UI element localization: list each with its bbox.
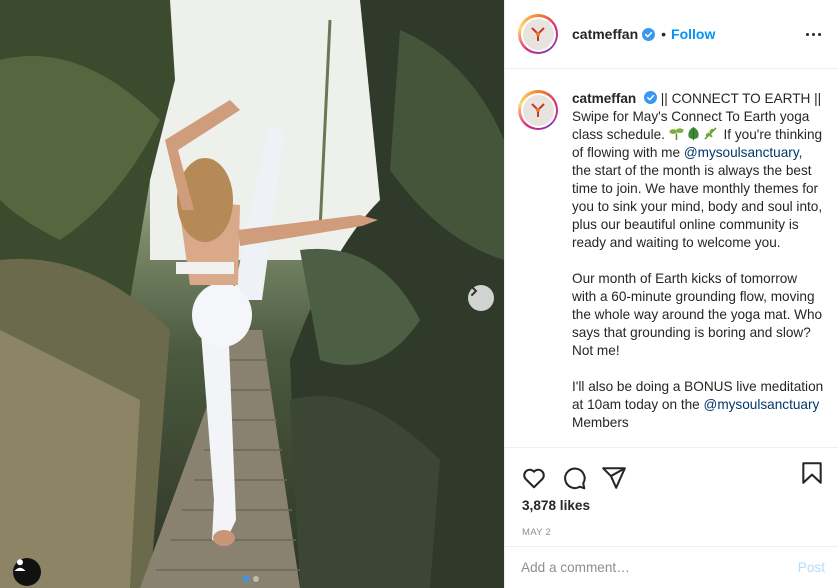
avatar-logo-icon (531, 103, 545, 117)
carousel-dot-active (243, 576, 249, 582)
carousel-dot (253, 576, 259, 582)
caption-avatar[interactable] (518, 90, 558, 130)
user-tag-icon (14, 559, 26, 571)
share-button[interactable] (601, 465, 627, 491)
follow-button[interactable]: Follow (671, 26, 715, 42)
mention-link[interactable]: @mysoulsanctuary (684, 145, 799, 160)
heart-icon (523, 468, 545, 489)
mention-link[interactable]: @mysoulsanctuary (704, 397, 820, 412)
herb-emoji (704, 127, 717, 140)
comment-bar: Post (505, 546, 838, 588)
yoga-photo-illustration (0, 0, 504, 588)
verified-badge-icon (644, 91, 657, 104)
like-button[interactable] (521, 465, 547, 491)
post-actions: 3,878 likes MAY 2 (505, 447, 838, 547)
caption-paragraph-3-end: Members (572, 415, 629, 430)
post-photo[interactable] (0, 0, 504, 588)
comment-button[interactable] (561, 465, 587, 491)
caption-paragraph-2: Our month of Earth kicks of tomorrow wit… (572, 271, 823, 358)
caption-scroll-area[interactable]: catmeffan || CONNECT TO EARTH || Swipe f… (505, 70, 838, 447)
post-date[interactable]: MAY 2 (505, 527, 838, 538)
header-separator: • (661, 26, 667, 42)
caption-username[interactable]: catmeffan (572, 91, 636, 106)
comment-input[interactable] (521, 560, 798, 575)
bookmark-icon (802, 462, 822, 484)
carousel-indicator (243, 576, 259, 582)
next-arrow-icon (471, 286, 478, 296)
like-count[interactable]: 3,878 likes (505, 498, 838, 513)
carousel-next-button[interactable] (468, 285, 494, 311)
caption-body: , the start of the month is always the b… (572, 145, 823, 250)
avatar[interactable] (518, 14, 558, 54)
leaf-emoji (688, 126, 699, 141)
username-link[interactable]: catmeffan (572, 26, 638, 42)
caption-text: catmeffan || CONNECT TO EARTH || Swipe f… (572, 90, 825, 432)
seedling-emoji (669, 128, 684, 141)
more-options-icon[interactable] (804, 24, 822, 44)
post-side-panel: catmeffan • Follow catmeffan || CONNECT … (504, 0, 838, 588)
post-header: catmeffan • Follow (505, 0, 838, 69)
share-icon (602, 467, 626, 489)
verified-badge-icon (642, 27, 656, 41)
post-comment-button[interactable]: Post (798, 560, 825, 575)
avatar-logo-icon (531, 27, 545, 41)
user-tag-button[interactable] (13, 558, 41, 586)
comment-icon (564, 467, 586, 490)
save-button[interactable] (799, 460, 825, 486)
